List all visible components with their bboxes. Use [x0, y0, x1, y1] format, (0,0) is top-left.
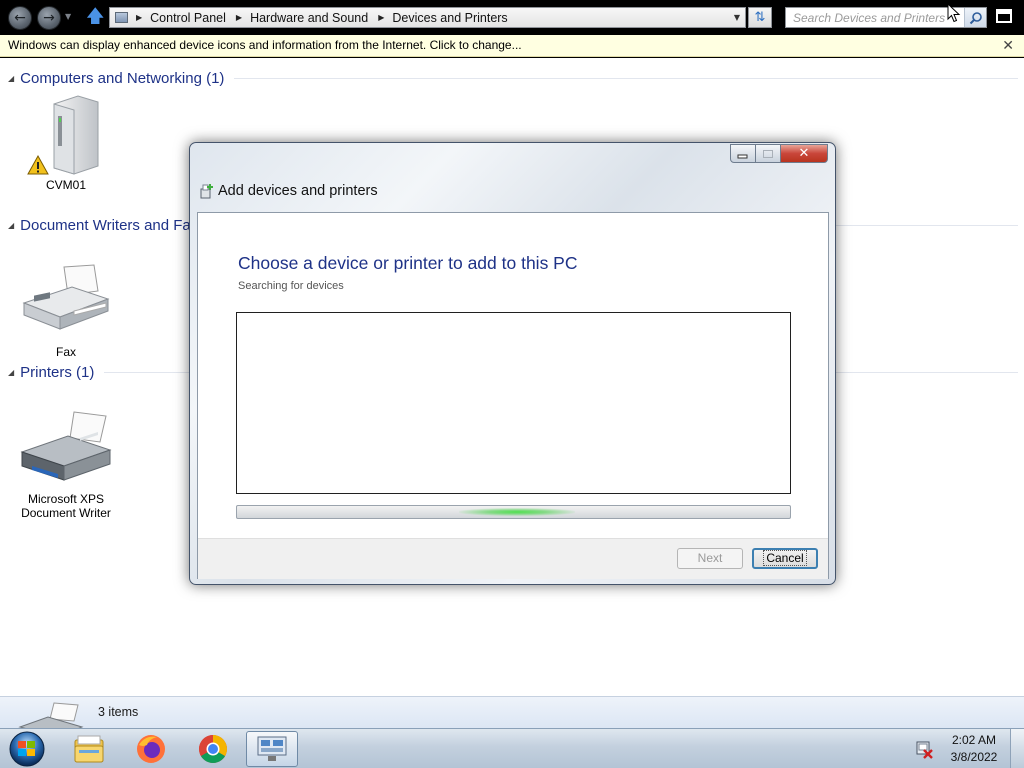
address-bar[interactable]: ▶ Control Panel ▶ Hardware and Sound ▶ D…	[109, 7, 746, 28]
dialog-title: Add devices and printers	[218, 183, 378, 199]
device-label-line2: Document Writer	[21, 506, 111, 520]
action-center-flag-icon[interactable]	[914, 739, 934, 759]
breadcrumb-separator-icon[interactable]: ▶	[236, 13, 242, 22]
start-button[interactable]	[6, 730, 48, 768]
device-label: Fax	[55, 345, 76, 359]
collapse-arrow-icon[interactable]: ◢	[8, 368, 14, 377]
forward-arrow-icon: →	[43, 10, 55, 26]
group-title: Printers (1)	[20, 364, 95, 381]
back-button[interactable]: ←	[8, 6, 32, 30]
breadcrumb-separator-icon[interactable]: ▶	[136, 13, 142, 22]
refresh-button[interactable]: ⇅	[748, 7, 772, 28]
item-count: 3 items	[98, 705, 139, 719]
dialog-caption-buttons: ✕	[730, 144, 830, 164]
add-devices-dialog: ✕ Add devices and printers Choose a devi…	[189, 142, 836, 585]
info-bar[interactable]: Windows can display enhanced device icon…	[0, 35, 1024, 57]
navigation-bar: ← → ▼ 🡅 ▶ Control Panel ▶ Hardware and S…	[0, 0, 1024, 35]
cancel-label: Cancel	[763, 550, 807, 566]
device-microsoft-xps[interactable]: Microsoft XPS Document Writer	[18, 408, 114, 520]
search-progress-bar	[236, 505, 791, 519]
next-button[interactable]: Next	[677, 548, 743, 569]
progress-glow	[459, 508, 575, 516]
computer-tower-icon	[27, 95, 99, 175]
explorer-icon	[74, 735, 104, 763]
group-title: Computers and Networking (1)	[20, 70, 225, 87]
breadcrumb-hardware-and-sound[interactable]: Hardware and Sound	[250, 11, 368, 25]
up-arrow-icon: 🡅	[86, 6, 105, 27]
group-divider	[234, 78, 1018, 79]
close-button[interactable]: ✕	[781, 144, 828, 163]
cancel-button[interactable]: Cancel	[752, 548, 818, 569]
add-printer-icon	[200, 184, 213, 199]
clock-date: 3/8/2022	[950, 750, 998, 764]
show-desktop-button[interactable]	[1010, 729, 1024, 768]
device-label: CVM01	[45, 178, 86, 192]
maximize-icon	[763, 149, 773, 158]
dialog-footer: Next Cancel	[198, 538, 828, 579]
explorer-taskbar-button[interactable]	[62, 731, 116, 767]
search-icon[interactable]	[964, 8, 986, 27]
address-dropdown-icon[interactable]: ▼	[729, 13, 745, 22]
device-label-line1: Microsoft XPS	[27, 492, 105, 506]
printer-icon	[20, 411, 112, 481]
info-bar-message[interactable]: Windows can display enhanced device icon…	[8, 38, 522, 52]
search-status-text: Searching for devices	[238, 280, 344, 292]
close-icon[interactable]: ✕	[1002, 35, 1014, 56]
printer-icon	[18, 702, 84, 729]
collapse-arrow-icon[interactable]: ◢	[8, 74, 14, 83]
forward-button[interactable]: →	[37, 6, 61, 30]
device-results-list[interactable]	[236, 312, 791, 494]
firefox-icon	[137, 735, 165, 763]
chrome-icon	[199, 735, 227, 763]
device-fax[interactable]: Fax	[18, 261, 114, 359]
group-header-computers[interactable]: ◢ Computers and Networking (1)	[8, 70, 1018, 87]
mouse-cursor-icon	[947, 3, 961, 23]
minimize-icon	[737, 154, 748, 158]
breadcrumb-control-panel[interactable]: Control Panel	[150, 11, 226, 25]
group-title: Document Writers and Fa	[20, 217, 191, 234]
breadcrumb-separator-icon[interactable]: ▶	[378, 13, 384, 22]
refresh-icon: ⇅	[754, 10, 766, 25]
up-level-button[interactable]: 🡅	[86, 6, 105, 27]
dialog-body: Choose a device or printer to add to thi…	[197, 212, 829, 579]
fax-icon	[22, 264, 110, 330]
chrome-taskbar-button[interactable]	[186, 731, 240, 767]
taskbar: 2:02 AM 3/8/2022	[0, 728, 1024, 768]
control-panel-icon	[110, 8, 132, 27]
minimize-button[interactable]	[730, 144, 756, 163]
firefox-taskbar-button[interactable]	[124, 731, 178, 767]
window-restore-icon[interactable]	[996, 9, 1012, 23]
maximize-button	[756, 144, 781, 163]
breadcrumb-devices-and-printers[interactable]: Devices and Printers	[392, 11, 507, 25]
devices-and-printers-taskbar-button[interactable]	[246, 731, 298, 767]
close-icon: ✕	[798, 146, 810, 161]
system-clock[interactable]: 2:02 AM 3/8/2022	[944, 732, 1004, 766]
search-input[interactable]	[786, 8, 964, 27]
device-cvm01[interactable]: CVM01	[18, 94, 114, 192]
recent-pages-dropdown[interactable]: ▼	[65, 12, 71, 21]
back-arrow-icon: ←	[14, 10, 26, 26]
status-bar: 3 items	[0, 696, 1024, 729]
dialog-heading: Choose a device or printer to add to thi…	[238, 253, 578, 273]
collapse-arrow-icon[interactable]: ◢	[8, 221, 14, 230]
clock-time: 2:02 AM	[951, 733, 997, 747]
devices-and-printers-icon	[257, 736, 287, 761]
